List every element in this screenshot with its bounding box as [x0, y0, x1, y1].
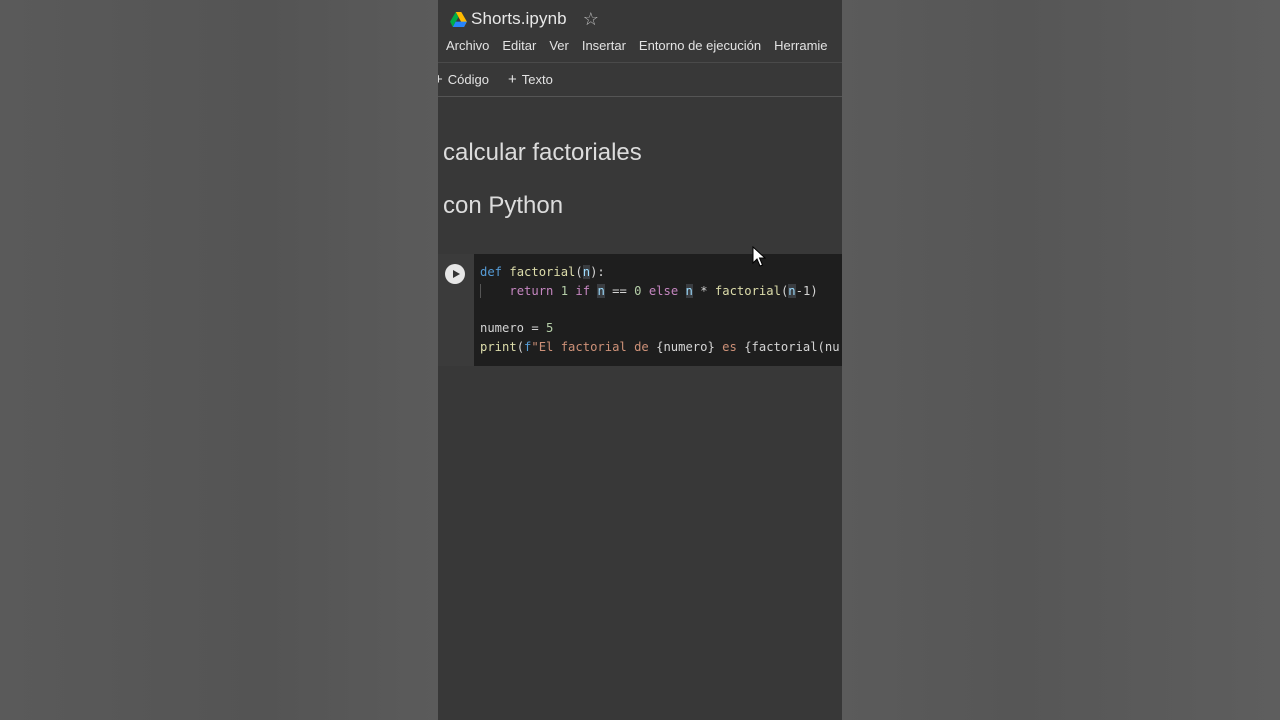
token-if: if [575, 284, 591, 298]
plus-icon: + [438, 70, 443, 88]
colab-notebook-view: Shorts.ipynb ☆ Archivo Editar Ver Insert… [438, 0, 842, 720]
token-param: n [582, 265, 591, 279]
add-text-button[interactable]: + Texto [508, 71, 553, 88]
menu-bar: Archivo Editar Ver Insertar Entorno de e… [446, 38, 841, 53]
token-paren: ( [575, 265, 583, 279]
token-rest: -1) [795, 284, 818, 298]
add-text-label: Texto [521, 71, 553, 87]
markdown-heading-line2: con Python [443, 192, 564, 219]
background-right [842, 0, 1280, 720]
toolbar-divider [438, 96, 842, 97]
token-else: else [648, 284, 679, 298]
add-code-label: Código [447, 71, 489, 87]
menu-archivo[interactable]: Archivo [446, 38, 489, 53]
mouse-pointer-icon [752, 246, 766, 267]
token-op: = [524, 321, 547, 335]
run-cell-button[interactable] [445, 264, 465, 284]
plus-icon: + [508, 70, 517, 88]
token-paren: ( [516, 340, 525, 354]
code-editor[interactable]: def factorial(n): return 1 if n == 0 els… [474, 254, 842, 366]
code-line-4: numero = 5 [480, 321, 553, 335]
background-left [0, 0, 438, 720]
token-op: == [604, 284, 635, 298]
token-param: n [788, 284, 796, 298]
menu-herramientas[interactable]: Herramie [774, 38, 827, 53]
token-string: es [714, 340, 745, 354]
token-number: 0 [634, 284, 642, 298]
token-function: factorial [509, 265, 576, 279]
token-param: n [597, 284, 605, 298]
play-icon [452, 270, 460, 278]
markdown-heading-line1: calcular factoriales [443, 139, 642, 166]
token-function: print [480, 340, 517, 354]
token-number: 5 [546, 321, 554, 335]
code-line-1: def factorial(n): [480, 265, 605, 279]
token-op: * [692, 284, 715, 298]
header-divider [438, 62, 842, 63]
menu-entorno[interactable]: Entorno de ejecución [639, 38, 761, 53]
token-number: 1 [560, 284, 569, 298]
menu-ver[interactable]: Ver [549, 38, 569, 53]
google-drive-icon [450, 11, 467, 27]
code-cell[interactable]: def factorial(n): return 1 if n == 0 els… [438, 254, 842, 366]
notebook-title[interactable]: Shorts.ipynb [471, 9, 567, 29]
token-string: "El factorial de [531, 340, 657, 354]
token-paren: ): [590, 265, 605, 279]
menu-editar[interactable]: Editar [502, 38, 536, 53]
cell-gutter [438, 254, 474, 366]
toolbar: + Código + Texto [438, 64, 842, 94]
token-function: factorial [714, 284, 781, 298]
token-interpolation: {numero} [656, 340, 715, 354]
menu-insertar[interactable]: Insertar [582, 38, 626, 53]
token-def: def [480, 265, 503, 279]
header: Shorts.ipynb ☆ Archivo Editar Ver Insert… [438, 0, 842, 62]
code-line-5: print(f"El factorial de {numero} es {fac… [480, 340, 840, 354]
token-param: n [685, 284, 693, 298]
token-interpolation: {factorial(nu [744, 340, 840, 354]
title-row: Shorts.ipynb ☆ [450, 8, 599, 30]
token-return: return [509, 284, 554, 298]
code-line-2: return 1 if n == 0 else n * factorial(n-… [480, 284, 818, 298]
add-code-button[interactable]: + Código [438, 71, 489, 88]
token-variable: numero [480, 321, 525, 335]
star-outline-icon[interactable]: ☆ [583, 10, 599, 28]
